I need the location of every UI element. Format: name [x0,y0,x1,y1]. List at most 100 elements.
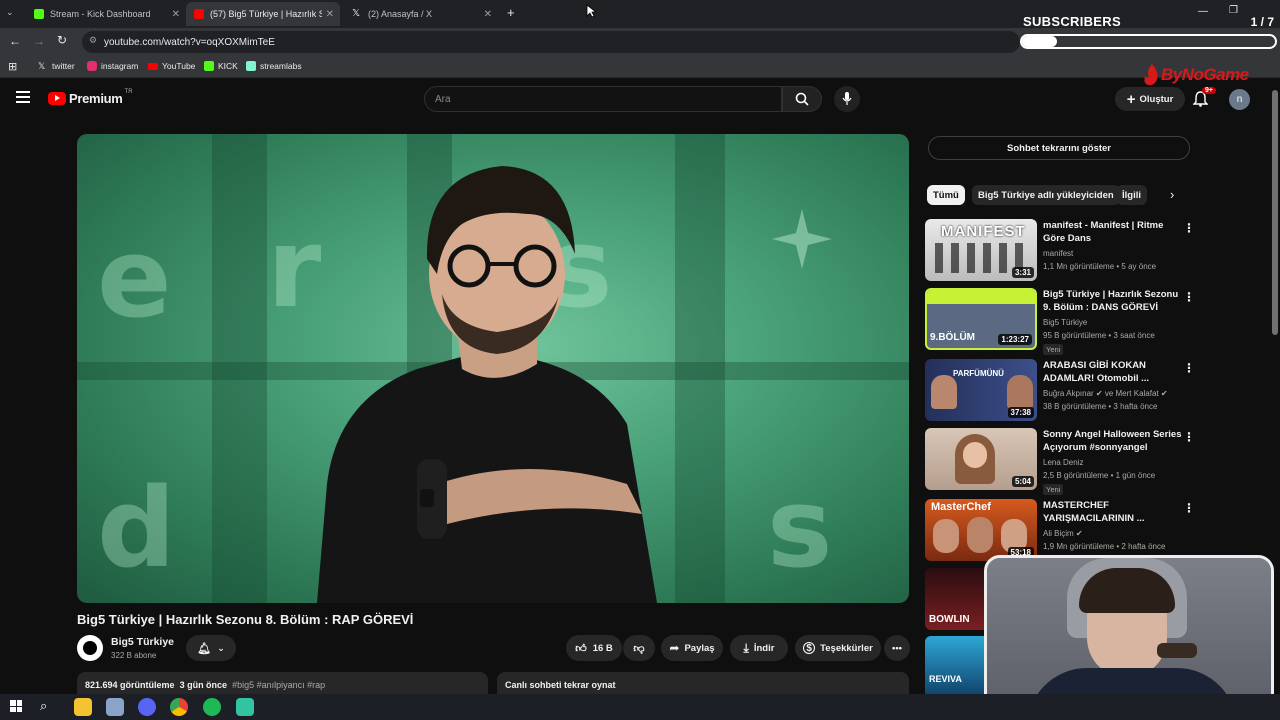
page-scrollbar[interactable] [1272,90,1278,335]
bookmark-label: streamlabs [260,61,302,71]
forward-icon[interactable]: → [33,34,45,48]
chrome-icon[interactable] [170,698,188,716]
video-player[interactable]: e r s d s [77,134,909,603]
video-thumbnail[interactable]: MasterChef 53:18 [925,499,1037,561]
bookmark-twitter[interactable]: 𝕏 twitter [38,61,75,71]
instagram-icon [87,61,97,71]
video-thumbnail[interactable]: PARFÜMÜNÜ 37:38 [925,359,1037,421]
chevron-right-icon[interactable]: › [1170,187,1174,202]
download-button[interactable]: ⤓ İndir [730,635,788,661]
recommendation-title[interactable]: ARABASI GİBİ KOKAN ADAMLAR! Otomobil ... [1043,359,1183,385]
avatar[interactable]: n [1229,89,1250,110]
chip-related[interactable]: İlgili [1116,185,1147,205]
logo-text: Premium [69,91,123,106]
more-vertical-icon[interactable]: ⋮ [1183,361,1195,375]
search-icon[interactable]: ⌕ [40,698,47,714]
apps-grid-icon[interactable]: ⊞ [8,60,17,73]
tab-kick-dashboard[interactable]: Stream - Kick Dashboard ✕ [26,2,186,26]
streamlabs-icon [246,61,256,71]
video-thumbnail[interactable]: 9.BÖLÜM 1:23:27 [925,288,1037,350]
more-vertical-icon[interactable]: ⋮ [1183,430,1195,444]
close-icon[interactable]: ✕ [484,9,492,20]
youtube-premium-logo[interactable]: Premium TR [48,89,133,106]
recommendation-meta: 2,5 B görüntüleme • 1 gün önce [1043,471,1156,480]
tab-search-icon[interactable]: ⌄ [6,7,14,18]
brand-name: ByNoGame [1161,65,1249,84]
notifications-button[interactable]: 9+ [1192,87,1216,112]
menu-icon[interactable] [16,91,30,103]
more-vertical-icon[interactable]: ⋮ [1183,501,1195,515]
thumbs-up-icon: 👍︎ [575,642,587,655]
recommendation-title[interactable]: MASTERCHEF YARIŞMACILARININ ... [1043,499,1183,525]
download-icon: ⤓ [743,640,749,655]
tab-youtube-video[interactable]: (57) Big5 Türkiye | Hazırlık Sezo ✕ [186,2,340,26]
reload-icon[interactable]: ↻ [57,33,67,47]
video-thumbnail[interactable]: MANIFEST 3:31 [925,219,1037,281]
recommendation-title[interactable]: Big5 Türkiye | Hazırlık Sezonu 9. Bölüm … [1043,288,1183,314]
cursor-icon [586,4,596,18]
thumbnail-text: MANIFEST [941,223,1026,240]
close-icon[interactable]: ✕ [172,9,180,20]
subscription-bell-button[interactable]: 🔔︎ ⌄ [186,635,236,661]
more-vertical-icon[interactable]: ⋮ [1183,290,1195,304]
recommendation-channel[interactable]: Lena Deniz [1043,458,1083,467]
subscriber-goal-fill [1022,36,1058,47]
tab-label: (2) Anasayfa / X [368,9,433,19]
windows-start-icon[interactable] [10,700,22,712]
thumbnail-face [963,442,987,468]
chip-all[interactable]: Tümü [927,185,965,205]
like-button[interactable]: 👍︎ 16 B [566,635,622,661]
search-input[interactable]: Ara [424,86,782,112]
video-thumbnail[interactable]: 5:04 [925,428,1037,490]
bookmark-kick[interactable]: KICK [204,61,238,71]
bookmark-instagram[interactable]: instagram [87,61,138,71]
recommendation-item[interactable]: PARFÜMÜNÜ 37:38 ARABASI GİBİ KOKAN ADAML… [925,359,1255,421]
search-button[interactable] [782,86,822,112]
recommendation-channel[interactable]: Buğra Akpınar ✔ ve Mert Kalafat ✔ [1043,389,1168,398]
app-icon[interactable] [106,698,124,716]
recommendation-item[interactable]: MasterChef 53:18 MASTERCHEF YARIŞMACILAR… [925,499,1255,561]
streamlabs-icon[interactable] [236,698,254,716]
create-button[interactable]: + Oluştur [1115,87,1185,111]
back-icon[interactable]: ← [9,34,21,48]
recommendation-item[interactable]: MANIFEST 3:31 manifest - Manifest | Ritm… [925,219,1255,281]
channel-avatar[interactable] [77,635,103,661]
spotify-icon[interactable] [203,698,221,716]
bookmark-youtube[interactable]: YouTube [148,61,195,71]
share-icon: ➦ [669,641,680,655]
recommendation-channel[interactable]: Ali Biçim ✔ [1043,529,1083,538]
sparkle-icon [772,209,832,269]
bookmark-streamlabs[interactable]: streamlabs [246,61,302,71]
thumbnail-text: REVIVA [929,674,962,684]
new-tab-button[interactable]: + [507,5,515,20]
close-icon[interactable]: ✕ [326,9,334,20]
recommendation-channel[interactable]: Big5 Türkiye [1043,318,1087,327]
discord-icon[interactable] [138,698,156,716]
show-chat-replay-button[interactable]: Sohbet tekrarını göster [928,136,1190,160]
thanks-button[interactable]: $ Teşekkürler [795,635,881,661]
more-actions-button[interactable]: ••• [884,635,910,661]
recommendation-channel[interactable]: manifest [1043,249,1073,258]
thumbnail-text: PARFÜMÜNÜ [953,369,1004,378]
hashtags[interactable]: #big5 #anılpiyancı #rap [232,680,325,690]
recommendation-item[interactable]: 9.BÖLÜM 1:23:27 Big5 Türkiye | Hazırlık … [925,288,1255,355]
video-person [317,166,657,603]
chip-from-uploader[interactable]: Big5 Türkiye adlı yükleyiciden [972,185,1120,205]
site-info-icon[interactable]: ⚙ [89,35,97,46]
channel-logo-icon [83,641,97,655]
recommendation-title[interactable]: Sonny Angel Halloween Series Açıyorum #s… [1043,428,1183,454]
share-button[interactable]: ➦ Paylaş [661,635,723,661]
url-text: youtube.com/watch?v=oqXOXMimTeE [104,36,275,48]
more-vertical-icon[interactable]: ⋮ [1183,221,1195,235]
channel-name[interactable]: Big5 Türkiye [111,636,174,648]
file-explorer-icon[interactable] [74,698,92,716]
recommendation-item[interactable]: 5:04 Sonny Angel Halloween Series Açıyor… [925,428,1255,495]
subscriber-count: 322 B abone [111,651,157,660]
webcam-overlay [984,555,1274,715]
voice-search-button[interactable] [834,86,860,112]
recommendation-title[interactable]: manifest - Manifest | Ritme Göre Dans [1043,219,1183,245]
tab-x-home[interactable]: 𝕏 (2) Anasayfa / X ✕ [344,2,498,26]
dislike-button[interactable]: 👎︎ [623,635,655,661]
kick-icon [34,9,44,19]
address-bar[interactable]: ⚙ youtube.com/watch?v=oqXOXMimTeE [82,31,1020,53]
